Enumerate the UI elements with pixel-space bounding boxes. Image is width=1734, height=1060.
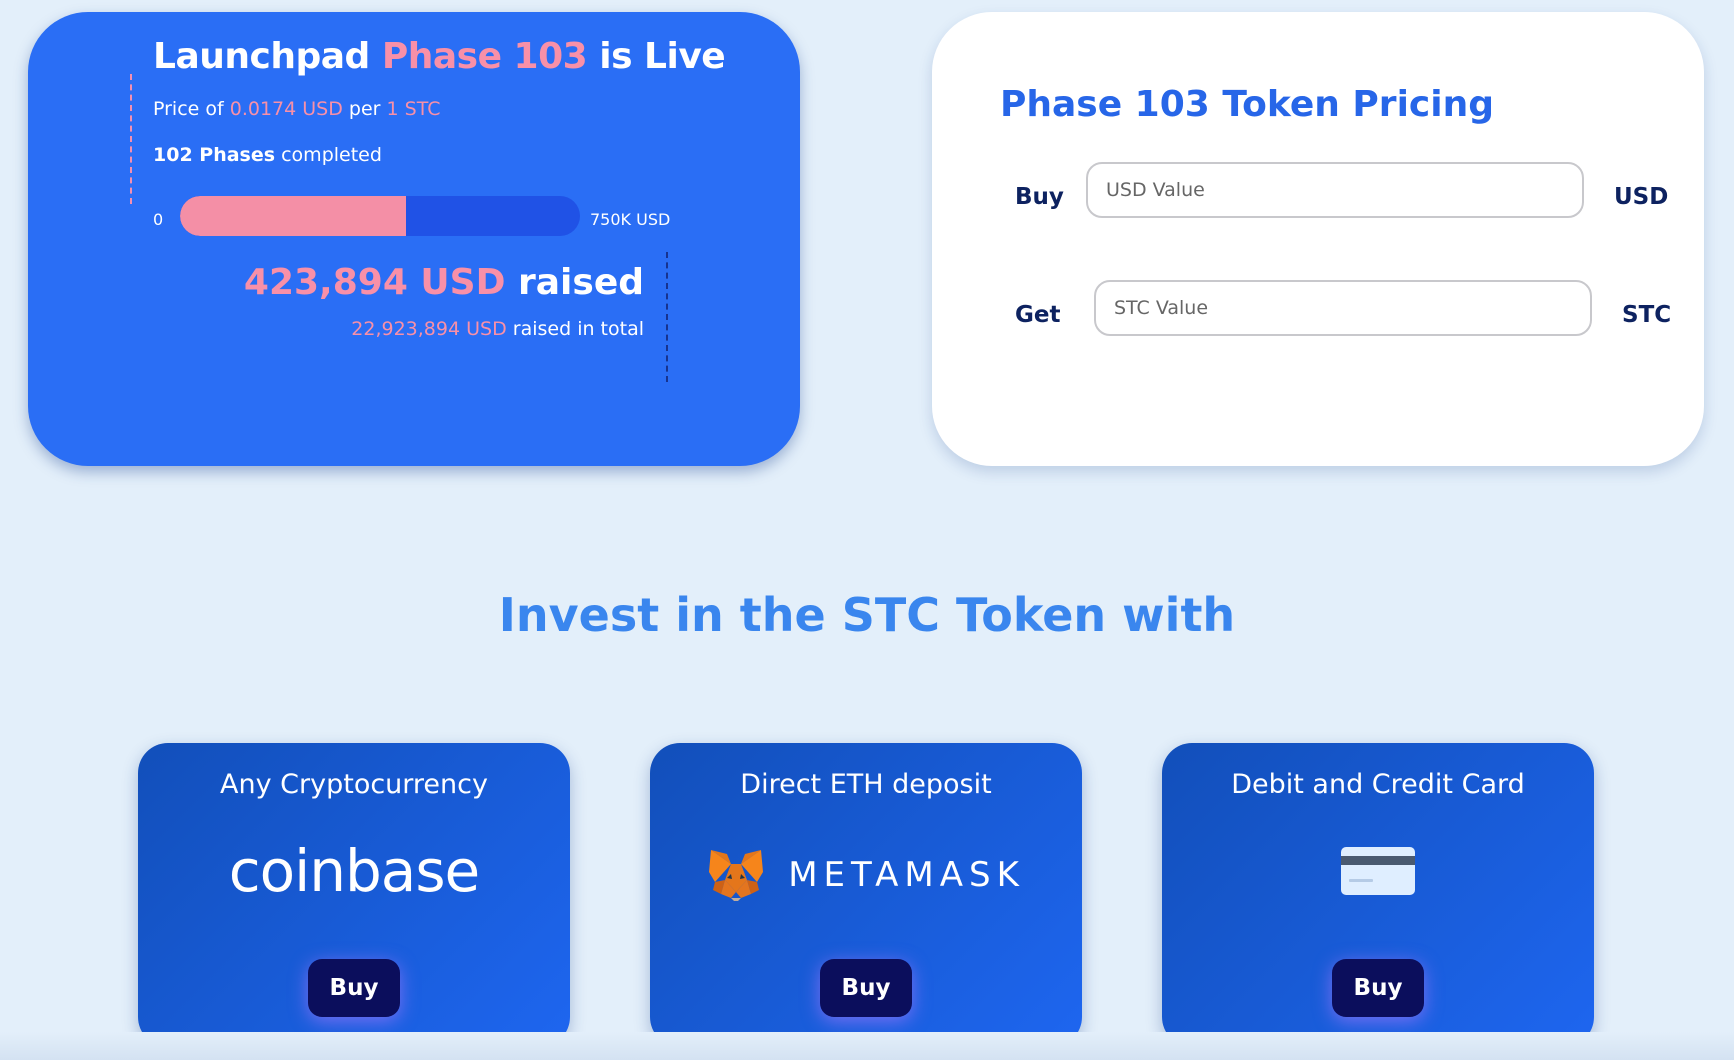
payment-option-title: Direct ETH deposit [740,769,992,800]
payment-option-card: Debit and Credit Card Buy [1162,743,1594,1047]
buy-eth-button[interactable]: Buy [820,959,912,1017]
metamask-fox-icon [709,850,764,901]
buy-label: Buy [1015,184,1064,210]
metamask-logo: METAMASK [650,848,1082,902]
payment-option-title: Debit and Credit Card [1231,769,1525,800]
decorative-dashed-line [130,74,132,204]
decorative-dashed-line [666,252,668,382]
phases-completed: 102 Phases completed [153,144,382,166]
credit-card-icon [1341,847,1415,895]
payment-option-eth: Direct ETH deposit METAMASK Buy [650,743,1082,1047]
invest-heading: Invest in the STC Token with [498,588,1236,642]
raised-total: 22,923,894 USD raised in total [351,318,644,340]
usd-unit-label: USD [1614,184,1669,210]
progress-bar [180,196,580,236]
metamask-wordmark: METAMASK [788,855,1025,895]
usd-value-input[interactable] [1086,162,1584,218]
payment-option-crypto: Any Cryptocurrency coinbase Buy [138,743,570,1047]
buy-card-button[interactable]: Buy [1332,959,1424,1017]
pricing-title: Phase 103 Token Pricing [1000,84,1494,125]
launchpad-title: Launchpad Phase 103 is Live [153,36,726,77]
progress-min-label: 0 [153,210,164,229]
get-label: Get [1015,302,1061,328]
token-pricing-card: Phase 103 Token Pricing Buy USD Get STC [932,12,1704,466]
stc-unit-label: STC [1622,302,1672,328]
raised-amount: 423,894 USD raised [243,262,644,303]
stc-value-input[interactable] [1094,280,1592,336]
payment-option-title: Any Cryptocurrency [220,769,488,800]
progress-bar-fill [180,196,406,236]
progress-max-label: 750K USD [590,210,671,229]
coinbase-logo: coinbase [228,837,481,905]
price-info: Price of 0.0174 USD per 1 STC [153,98,441,120]
buy-crypto-button[interactable]: Buy [308,959,400,1017]
launchpad-card: Launchpad Phase 103 is Live Price of 0.0… [28,12,800,466]
page-bottom-shade [0,1032,1734,1060]
